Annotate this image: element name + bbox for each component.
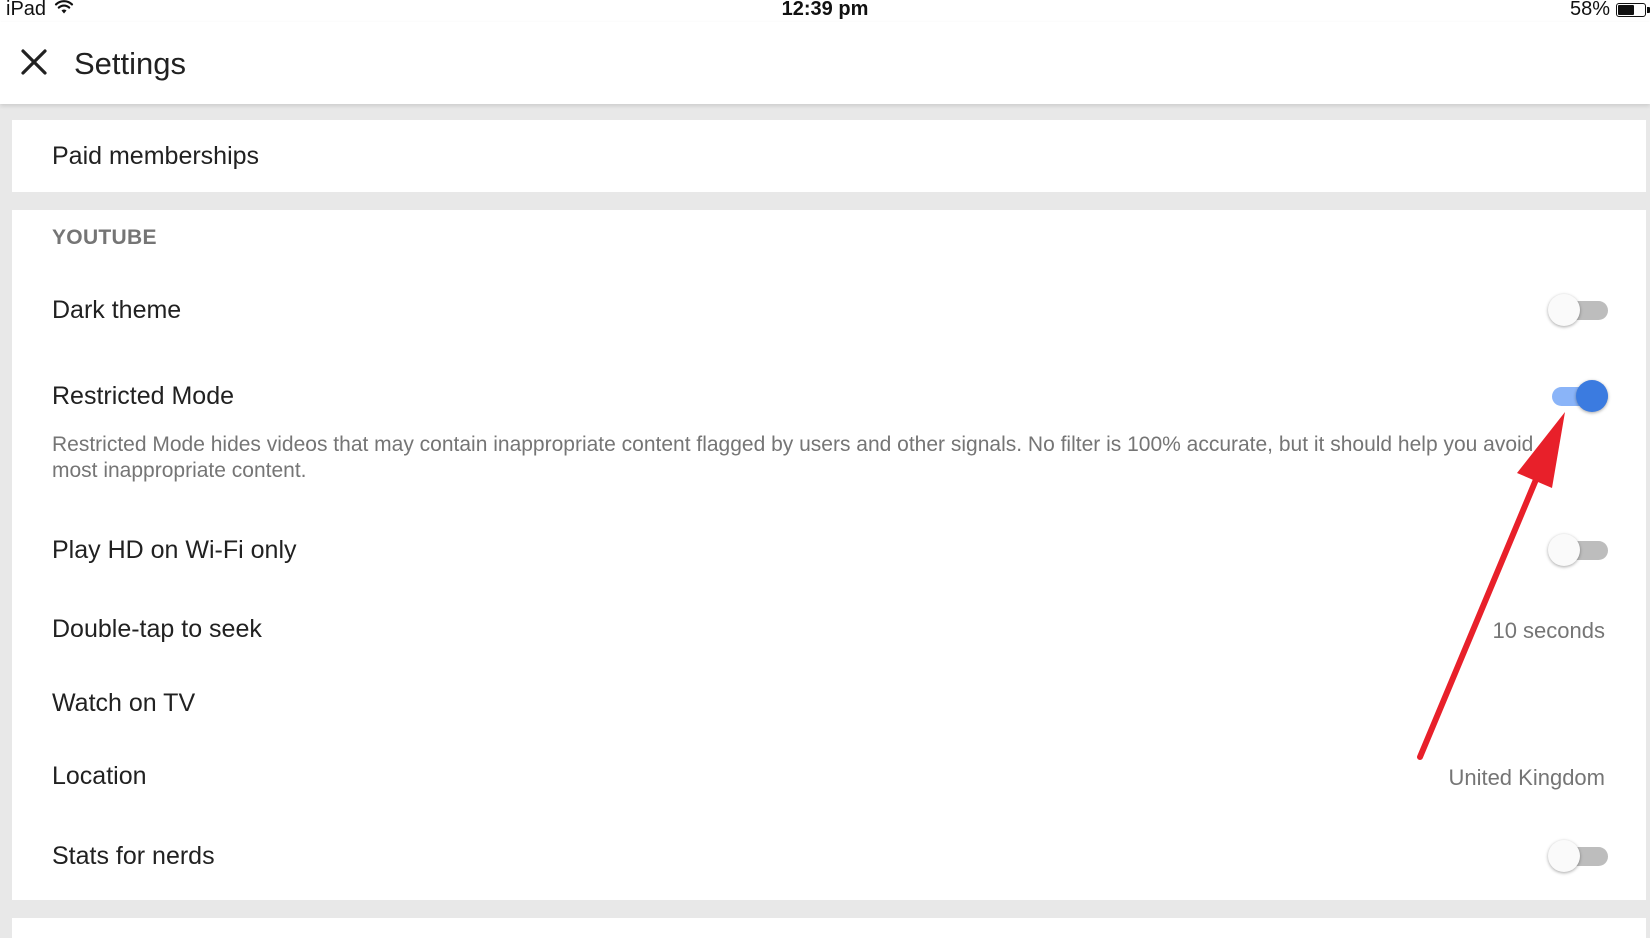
battery-icon — [1616, 2, 1650, 17]
restricted-mode-toggle[interactable] — [1548, 380, 1608, 412]
app-bar: Settings — [0, 22, 1650, 104]
play-hd-label: Play HD on Wi-Fi only — [52, 536, 297, 564]
status-time: 12:39 pm — [781, 0, 869, 20]
next-card — [12, 918, 1646, 938]
toggle-knob — [1548, 534, 1580, 566]
dark-theme-label: Dark theme — [52, 296, 182, 324]
location-label[interactable]: Location — [52, 762, 147, 791]
close-icon — [21, 49, 47, 75]
restricted-mode-label: Restricted Mode — [52, 382, 235, 410]
location-value: United Kingdom — [1448, 765, 1605, 790]
paid-memberships-card[interactable]: Paid memberships — [12, 120, 1646, 192]
play-hd-toggle[interactable] — [1548, 534, 1608, 566]
stats-for-nerds-label: Stats for nerds — [52, 842, 215, 870]
double-tap-label[interactable]: Double-tap to seek — [52, 615, 262, 644]
status-right: 58% — [1569, 0, 1650, 21]
close-button[interactable] — [14, 42, 54, 82]
battery-fill — [1618, 4, 1635, 15]
restricted-mode-description: Restricted Mode hides videos that may co… — [52, 433, 1534, 482]
battery-percent: 58% — [1569, 0, 1610, 20]
paid-memberships-label: Paid memberships — [52, 142, 260, 170]
toggle-knob — [1548, 840, 1580, 872]
double-tap-value: 10 seconds — [1492, 618, 1605, 643]
youtube-settings-card: YOUTUBE Dark theme Restricted Mode Restr… — [12, 210, 1646, 900]
section-header-youtube: YOUTUBE — [52, 226, 157, 249]
toggle-knob — [1548, 294, 1580, 326]
dark-theme-toggle[interactable] — [1548, 294, 1608, 326]
page-title: Settings — [74, 46, 187, 81]
toggle-knob — [1576, 380, 1608, 412]
watch-on-tv-label[interactable]: Watch on TV — [52, 689, 195, 718]
stats-for-nerds-toggle[interactable] — [1548, 840, 1608, 872]
status-bar: iPad 12:39 pm 58% — [0, 0, 1650, 22]
